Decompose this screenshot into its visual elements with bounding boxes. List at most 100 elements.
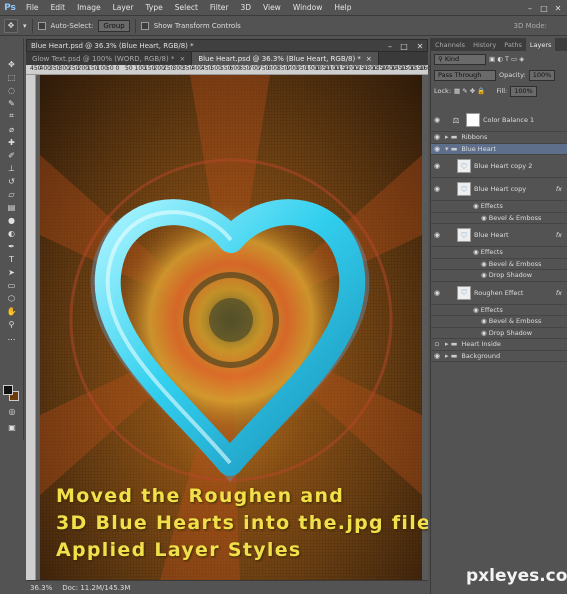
eye-icon[interactable]: ◉ — [431, 289, 443, 297]
opacity-input[interactable]: 100% — [528, 69, 556, 81]
marquee-icon[interactable]: ⬚ — [1, 71, 23, 83]
fill-input[interactable]: 100% — [510, 85, 537, 97]
tab-channels[interactable]: Channels — [431, 38, 469, 51]
move-tool-icon[interactable]: ✥ — [4, 18, 18, 33]
fx-icon[interactable]: fx — [556, 185, 562, 193]
lasso-icon[interactable]: ◌ — [1, 84, 23, 96]
effect-row[interactable]: ◉ Bevel & Emboss — [431, 316, 567, 328]
doc-close-icon[interactable]: ✕ — [413, 40, 427, 52]
ellipsis-icon[interactable]: … — [1, 331, 23, 343]
zoom-icon[interactable]: ⚲ — [1, 318, 23, 330]
tab-close-icon[interactable]: × — [179, 55, 185, 63]
eye-icon[interactable]: ◉ — [431, 162, 443, 170]
layer-row[interactable]: ◉ ♡ Blue Heart copy fx — [431, 178, 567, 201]
quick-select-icon[interactable]: ✎ — [1, 97, 23, 109]
move-icon[interactable]: ✥ — [1, 58, 23, 70]
gradient-icon[interactable]: ▤ — [1, 201, 23, 213]
path-select-icon[interactable]: ➤ — [1, 266, 23, 278]
eye-icon[interactable]: ◉ — [481, 317, 489, 325]
pen-icon[interactable]: ✒ — [1, 240, 23, 252]
filter-icons[interactable]: ▣ ◐ T ▭ ◈ — [489, 55, 524, 63]
type-icon[interactable]: T — [1, 253, 23, 265]
effects-row[interactable]: ◉ Effects — [431, 247, 567, 259]
eye-icon[interactable]: ◉ — [431, 185, 443, 193]
foreground-color-swatch[interactable] — [3, 385, 13, 395]
healing-icon[interactable]: ✚ — [1, 136, 23, 148]
layer-name: Roughen Effect — [474, 288, 524, 297]
quick-mask-icon[interactable]: ◎ — [1, 405, 23, 417]
blend-mode-dropdown[interactable]: Pass Through — [434, 69, 496, 81]
kind-filter[interactable]: ⚲ Kind — [434, 53, 486, 65]
document-title-bar[interactable]: Blue Heart.psd @ 36.3% (Blue Heart, RGB/… — [26, 39, 428, 52]
effects-row[interactable]: ◉ Effects — [431, 305, 567, 316]
3d-icon[interactable]: ⬡ — [1, 292, 23, 304]
menu-layer[interactable]: Layer — [107, 3, 140, 12]
filter-row: ⚲ Kind ▣ ◐ T ▭ ◈ — [431, 51, 567, 67]
menu-filter[interactable]: Filter — [204, 3, 235, 12]
menu-edit[interactable]: Edit — [45, 3, 72, 12]
tab-close-icon[interactable]: × — [366, 55, 372, 63]
blur-icon[interactable]: ● — [1, 214, 23, 226]
menu-select[interactable]: Select — [169, 3, 204, 12]
layer-row[interactable]: ◉ ♡ Blue Heart copy 2 — [431, 155, 567, 178]
menu-help[interactable]: Help — [328, 3, 357, 12]
menu-view[interactable]: View — [257, 3, 287, 12]
eye-icon[interactable]: ◉ — [481, 329, 489, 337]
auto-select-checkbox[interactable] — [37, 21, 46, 30]
tab-layers[interactable]: Layers — [525, 38, 556, 51]
search-icon: ⚲ — [438, 55, 445, 63]
dodge-icon[interactable]: ◐ — [1, 227, 23, 239]
menu-window[interactable]: Window — [287, 3, 329, 12]
effects-row[interactable]: ◉ Effects — [431, 201, 567, 213]
menu-file[interactable]: File — [20, 3, 45, 12]
menu-image[interactable]: Image — [71, 3, 107, 12]
layer-row[interactable]: ◉ ▸ ▬ Background — [431, 351, 567, 362]
effect-row[interactable]: ◉ Drop Shadow — [431, 270, 567, 282]
brush-icon[interactable]: ✐ — [1, 149, 23, 161]
eye-icon[interactable]: ◉ — [481, 260, 489, 268]
layer-row[interactable]: ◉ ♡ Blue Heart fx — [431, 224, 567, 247]
menu-3d[interactable]: 3D — [234, 3, 257, 12]
eye-icon[interactable]: ◉ — [481, 271, 489, 279]
zoom-level[interactable]: 36.3% — [30, 584, 52, 592]
eraser-icon[interactable]: ▱ — [1, 188, 23, 200]
eye-icon[interactable]: ◉ — [481, 214, 489, 222]
shape-icon[interactable]: ▭ — [1, 279, 23, 291]
effect-row[interactable]: ◉ Drop Shadow — [431, 328, 567, 339]
eye-icon[interactable]: ◉ — [431, 352, 443, 360]
eye-off-icon[interactable]: ▫ — [431, 340, 443, 348]
effect-row[interactable]: ◉ Bevel & Emboss — [431, 259, 567, 270]
history-brush-icon[interactable]: ↺ — [1, 175, 23, 187]
close-icon[interactable]: ✕ — [551, 0, 565, 16]
stamp-icon[interactable]: ⊥ — [1, 162, 23, 174]
layer-row[interactable]: ◉ ♡ Roughen Effect fx — [431, 282, 567, 305]
menu-type[interactable]: Type — [140, 3, 169, 12]
eye-icon[interactable]: ◉ — [431, 116, 443, 124]
layer-row[interactable]: ◉ ⚖ Color Balance 1 — [431, 109, 567, 132]
doc-maximize-icon[interactable]: □ — [397, 40, 411, 52]
lock-icons[interactable]: ▦ ✎ ✥ 🔒 — [454, 87, 485, 95]
canvas[interactable]: Moved the Roughen and 3D Blue Hearts int… — [36, 75, 428, 580]
effect-row[interactable]: ◉ Bevel & Emboss — [431, 213, 567, 224]
layer-row[interactable]: ◉ ▾ ▬ Blue Heart — [431, 143, 567, 155]
layer-row[interactable]: ▫ ▸ ▬ Heart Inside — [431, 339, 567, 351]
minimize-icon[interactable]: – — [523, 0, 537, 16]
tab-paths[interactable]: Paths — [500, 38, 526, 51]
layer-row[interactable]: ◉ ▸ ▬ Ribbons — [431, 132, 567, 144]
eye-icon[interactable]: ◉ — [431, 145, 443, 153]
transform-controls-checkbox[interactable] — [140, 21, 149, 30]
eye-icon[interactable]: ◉ — [431, 231, 443, 239]
tab-blue-heart[interactable]: Blue Heart.psd @ 36.3% (Blue Heart, RGB/… — [192, 52, 379, 65]
fx-icon[interactable]: fx — [556, 289, 562, 297]
doc-minimize-icon[interactable]: – — [383, 40, 397, 52]
fx-icon[interactable]: fx — [556, 231, 562, 239]
tab-glow-text[interactable]: Glow Text.psd @ 100% (WORD, RGB/8) * × — [26, 52, 193, 65]
hand-icon[interactable]: ✋ — [1, 305, 23, 317]
tab-history[interactable]: History — [469, 38, 500, 51]
eyedropper-icon[interactable]: ⌀ — [1, 123, 23, 135]
maximize-icon[interactable]: □ — [537, 0, 551, 16]
eye-icon[interactable]: ◉ — [431, 133, 443, 141]
crop-icon[interactable]: ⌗ — [1, 110, 23, 122]
auto-select-dropdown[interactable]: Group — [98, 19, 130, 32]
screen-mode-icon[interactable]: ▣ — [1, 421, 23, 433]
